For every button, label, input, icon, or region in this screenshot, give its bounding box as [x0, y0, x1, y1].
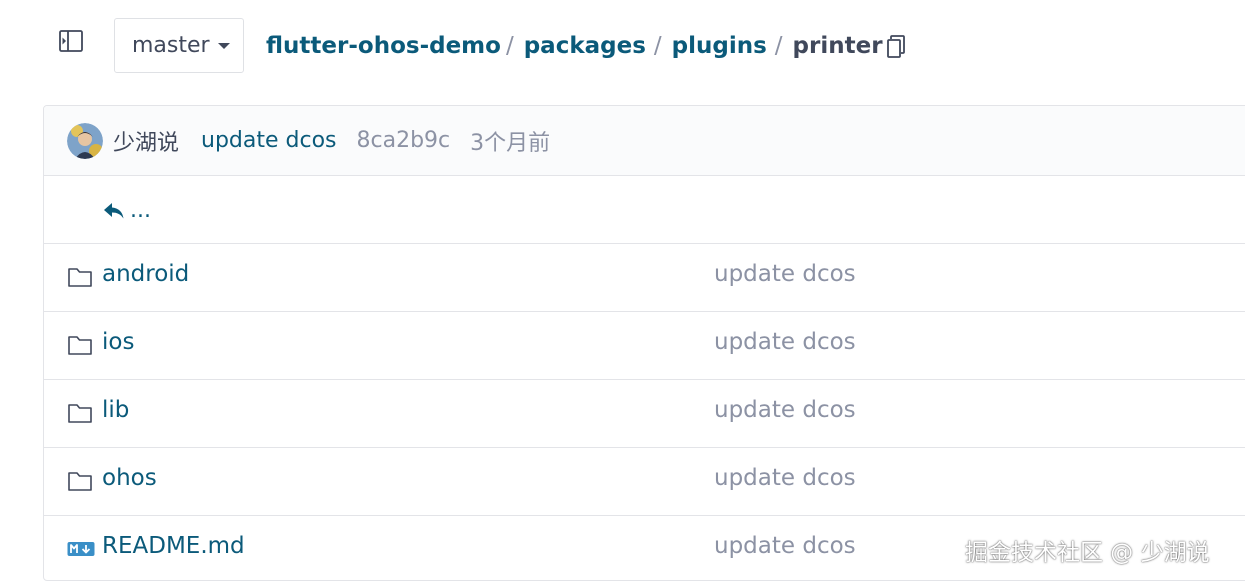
reply-arrow-icon	[102, 201, 126, 221]
file-commit-message[interactable]: update dcos	[714, 329, 856, 355]
file-name-link[interactable]: lib	[102, 397, 129, 423]
latest-commit-bar: 少湖说 update dcos 8ca2b9c 3个月前	[44, 106, 1245, 176]
parent-directory-link[interactable]: ...	[102, 198, 151, 223]
parent-directory-row[interactable]: ...	[44, 176, 1245, 244]
breadcrumb-separator: /	[505, 33, 514, 59]
file-commit-message[interactable]: update dcos	[714, 261, 856, 287]
parent-directory-label: ...	[130, 198, 151, 223]
breadcrumb-separator: /	[774, 33, 783, 59]
watermark: 掘金技术社区 @ 少湖说	[965, 540, 1210, 566]
commit-message-link[interactable]: update dcos	[201, 128, 337, 153]
file-name-link[interactable]: ios	[102, 329, 134, 355]
file-commit-message[interactable]: update dcos	[714, 465, 856, 491]
breadcrumb: flutter-ohos-demo / packages / plugins /…	[266, 30, 883, 62]
commit-author[interactable]: 少湖说	[113, 125, 179, 157]
avatar[interactable]	[67, 122, 103, 159]
file-row-lib[interactable]: lib update dcos	[44, 380, 1245, 448]
copy-icon[interactable]	[884, 34, 908, 60]
breadcrumb-packages-link[interactable]: packages	[524, 33, 646, 59]
file-row-ios[interactable]: ios update dcos	[44, 312, 1245, 380]
caret-down-icon	[217, 42, 230, 49]
folder-icon	[67, 265, 93, 289]
file-name-link[interactable]: ohos	[102, 465, 157, 491]
branch-select-label: master	[132, 33, 210, 58]
breadcrumb-plugins-link[interactable]: plugins	[672, 33, 767, 59]
file-list-panel: 少湖说 update dcos 8ca2b9c 3个月前 ... android…	[43, 105, 1245, 581]
sidebar-toggle-icon[interactable]	[58, 28, 84, 54]
folder-icon	[67, 333, 93, 357]
file-name-link[interactable]: android	[102, 261, 189, 287]
file-row-ohos[interactable]: ohos update dcos	[44, 448, 1245, 516]
file-commit-message[interactable]: update dcos	[714, 397, 856, 423]
breadcrumb-current: printer	[792, 33, 883, 59]
breadcrumb-repo-link[interactable]: flutter-ohos-demo	[266, 33, 501, 59]
markdown-file-icon	[67, 537, 95, 561]
breadcrumb-separator: /	[653, 33, 662, 59]
file-name-link[interactable]: README.md	[102, 533, 245, 559]
commit-hash-link[interactable]: 8ca2b9c	[357, 128, 451, 153]
commit-time: 3个月前	[470, 130, 551, 156]
folder-icon	[67, 469, 93, 493]
folder-icon	[67, 401, 93, 425]
file-commit-message[interactable]: update dcos	[714, 533, 856, 559]
repo-header: master flutter-ohos-demo / packages / pl…	[0, 0, 1245, 95]
file-row-android[interactable]: android update dcos	[44, 244, 1245, 312]
branch-select[interactable]: master	[114, 18, 244, 73]
